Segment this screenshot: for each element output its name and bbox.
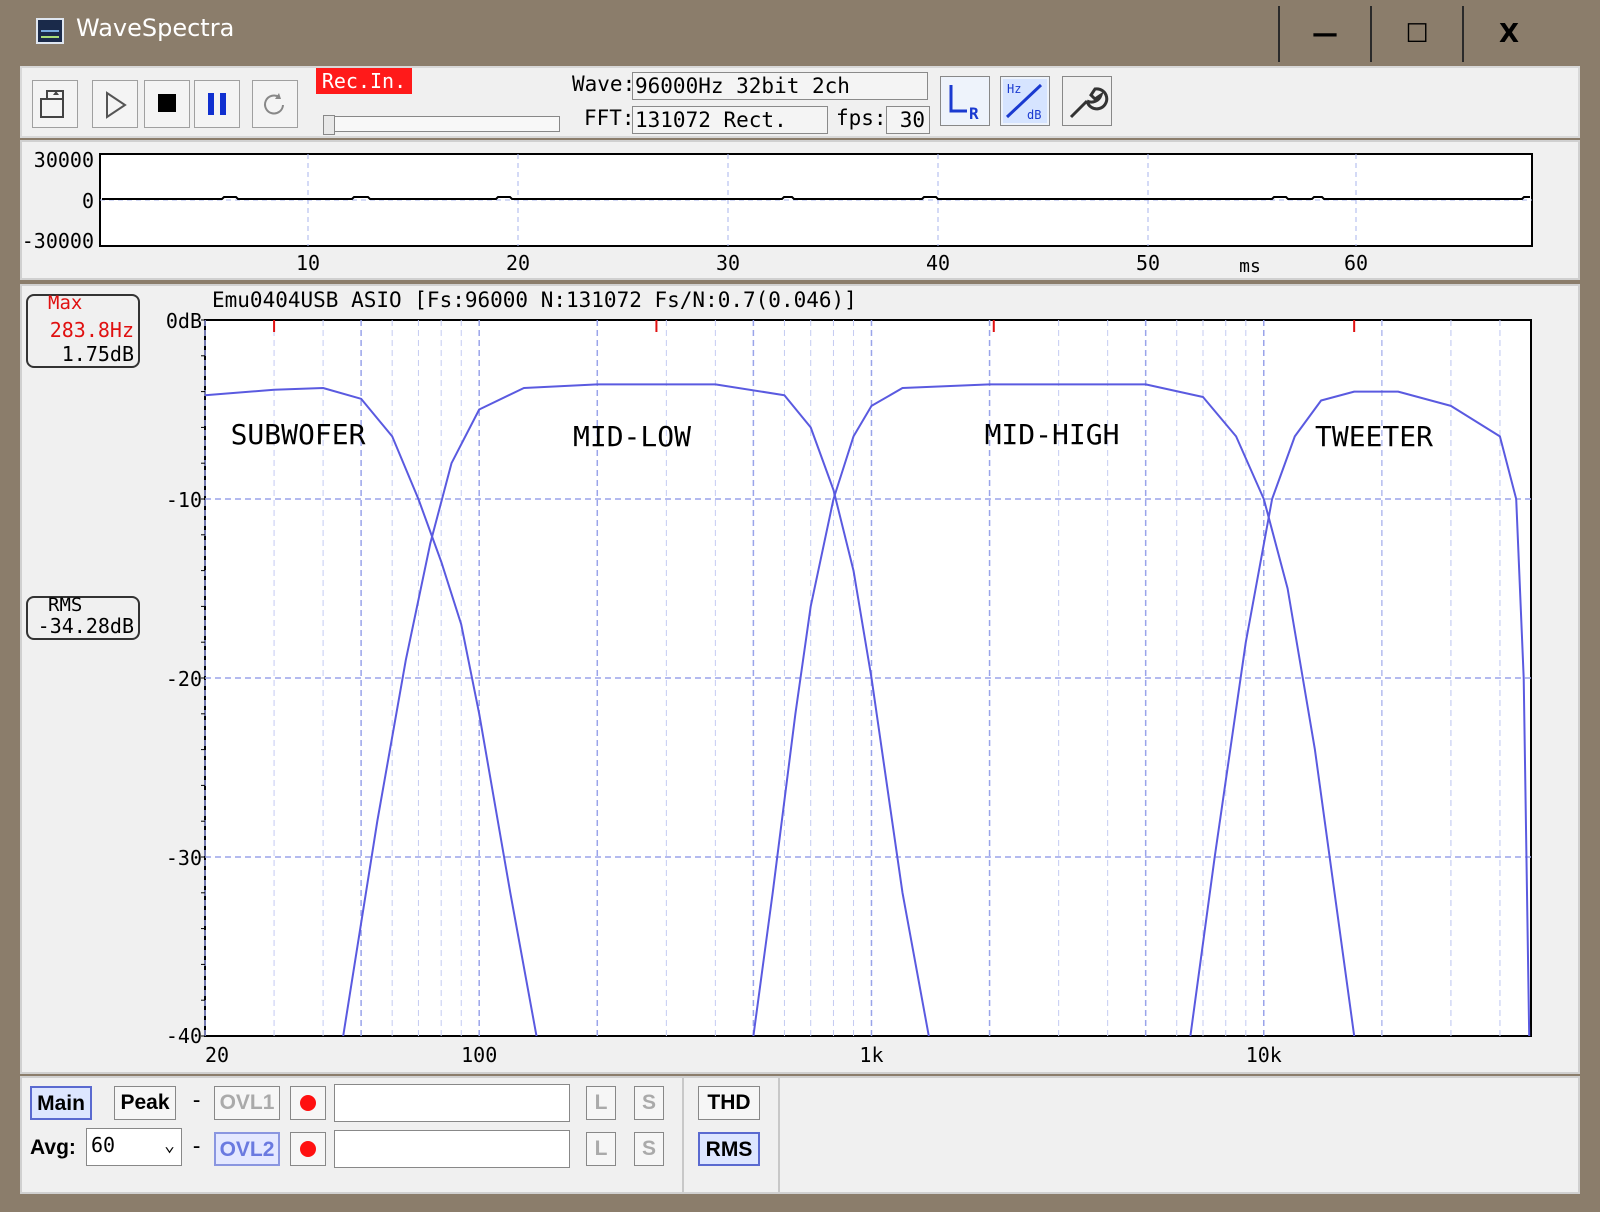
settings-button[interactable] bbox=[1062, 76, 1112, 126]
svg-text:dB: dB bbox=[1027, 108, 1041, 122]
ovl2-record-button[interactable] bbox=[290, 1132, 326, 1166]
wave-format-field: 96000Hz 32bit 2ch bbox=[632, 72, 928, 100]
ovl1-l-button[interactable]: L bbox=[586, 1086, 616, 1120]
avg-value: 60 bbox=[91, 1133, 116, 1157]
wave-x-tick: 50 bbox=[1136, 251, 1160, 275]
pause-icon bbox=[208, 93, 226, 115]
window-title: WaveSpectra bbox=[76, 14, 235, 42]
wave-x-tick: 10 bbox=[296, 251, 320, 275]
open-file-icon bbox=[40, 90, 64, 118]
wave-y-tick: 0 bbox=[82, 189, 94, 213]
play-button[interactable] bbox=[92, 80, 138, 128]
wave-y-tick: 30000 bbox=[34, 148, 94, 172]
record-icon bbox=[300, 1095, 316, 1111]
band-label-mid-low: MID-LOW bbox=[573, 420, 691, 453]
hz-db-scale-button[interactable]: Hz dB bbox=[1000, 76, 1050, 126]
ovl2-l-button[interactable]: L bbox=[586, 1132, 616, 1166]
svg-text:Hz: Hz bbox=[1007, 82, 1021, 96]
waveform-panel: 30000 0 -30000 10 20 30 40 50 ms 60 bbox=[20, 140, 1580, 280]
minimize-button[interactable]: — bbox=[1278, 6, 1370, 62]
app-icon bbox=[36, 18, 64, 44]
divider bbox=[778, 1078, 780, 1192]
app-window: WaveSpectra — ☐ X Rec.In. Wave: 96000Hz … bbox=[0, 0, 1600, 1212]
maximize-button[interactable]: ☐ bbox=[1370, 6, 1462, 62]
ovl2-file-field[interactable] bbox=[334, 1130, 570, 1168]
wrench-icon bbox=[1069, 87, 1109, 119]
rms-button[interactable]: RMS bbox=[698, 1132, 760, 1166]
band-label-subwoofer: SUBWOFER bbox=[231, 418, 366, 451]
wave-x-tick: 40 bbox=[926, 251, 950, 275]
toolbar: Rec.In. Wave: 96000Hz 32bit 2ch FFT: 131… bbox=[20, 66, 1580, 138]
wave-x-tick: 30 bbox=[716, 251, 740, 275]
divider bbox=[682, 1078, 684, 1192]
y-tick-label: -40 bbox=[166, 1024, 202, 1048]
play-icon bbox=[106, 91, 127, 119]
position-slider[interactable] bbox=[323, 115, 560, 135]
band-label-mid-high: MID-HIGH bbox=[985, 418, 1120, 451]
lr-channel-button[interactable]: R bbox=[940, 76, 990, 126]
record-icon bbox=[300, 1141, 316, 1157]
separator-dash: - bbox=[190, 1088, 204, 1113]
y-tick-label: -30 bbox=[166, 846, 202, 870]
x-tick-label: 100 bbox=[461, 1043, 497, 1067]
peak-button[interactable]: Peak bbox=[114, 1086, 176, 1120]
ovl1-record-button[interactable] bbox=[290, 1086, 326, 1120]
ovl1-file-field[interactable] bbox=[334, 1084, 570, 1122]
ovl1-s-button[interactable]: S bbox=[634, 1086, 664, 1120]
waveform-chart: 30000 0 -30000 10 20 30 40 50 ms 60 bbox=[22, 148, 1533, 277]
spectrum-panel: Max 283.8Hz 1.75dB RMS -34.28dB Emu0404U… bbox=[20, 284, 1580, 1074]
fft-size-field[interactable]: 131072 Rect. bbox=[632, 106, 828, 134]
x-tick-label: 1k bbox=[859, 1043, 883, 1067]
svg-text:R: R bbox=[969, 104, 979, 123]
ovl2-button[interactable]: OVL2 bbox=[214, 1132, 280, 1166]
x-tick-label: 20 bbox=[205, 1043, 229, 1067]
hz-db-ruler-icon: HzdB bbox=[1003, 79, 1047, 123]
loop-icon bbox=[264, 93, 284, 115]
bottom-controls: Main Peak - OVL1 L S Avg: 60 ⌄ - OVL2 L … bbox=[20, 1076, 1580, 1194]
close-button[interactable]: X bbox=[1462, 6, 1554, 62]
rec-in-indicator: Rec.In. bbox=[316, 68, 412, 94]
lr-channel-icon: R bbox=[949, 85, 979, 123]
pause-button[interactable] bbox=[194, 80, 240, 128]
wave-y-tick: -30000 bbox=[22, 229, 94, 253]
thd-button[interactable]: THD bbox=[698, 1086, 760, 1120]
spectrum-chart: 0dB -10 -20 -30 -40 20 100 1k 10k SUBWOFER … bbox=[166, 309, 1532, 1067]
x-tick-label: 10k bbox=[1246, 1043, 1282, 1067]
y-tick-label: 0dB bbox=[166, 309, 202, 333]
fps-label: fps: bbox=[836, 106, 887, 130]
avg-label: Avg: bbox=[30, 1136, 76, 1159]
avg-select[interactable]: 60 ⌄ bbox=[86, 1128, 182, 1166]
main-button[interactable]: Main bbox=[30, 1086, 92, 1120]
open-file-button[interactable] bbox=[32, 80, 78, 128]
wave-x-tick: 20 bbox=[506, 251, 530, 275]
y-tick-label: -20 bbox=[166, 667, 202, 691]
stop-button[interactable] bbox=[144, 80, 190, 128]
band-label-tweeter: TWEETER bbox=[1315, 420, 1433, 453]
title-bar: WaveSpectra — ☐ X bbox=[0, 0, 1600, 66]
fps-field[interactable]: 30 bbox=[886, 106, 930, 134]
ovl1-button[interactable]: OVL1 bbox=[214, 1086, 280, 1120]
slider-thumb[interactable] bbox=[323, 115, 335, 135]
fft-label: FFT: bbox=[584, 106, 635, 130]
wave-label: Wave: bbox=[572, 72, 636, 96]
wave-x-unit: ms bbox=[1239, 256, 1261, 277]
chevron-down-icon: ⌄ bbox=[164, 1135, 175, 1156]
ovl2-s-button[interactable]: S bbox=[634, 1132, 664, 1166]
loop-button[interactable] bbox=[252, 80, 298, 128]
stop-icon bbox=[158, 94, 176, 112]
y-tick-label: -10 bbox=[166, 488, 202, 512]
separator-dash: - bbox=[190, 1134, 204, 1159]
wave-x-tick: 60 bbox=[1344, 251, 1368, 275]
